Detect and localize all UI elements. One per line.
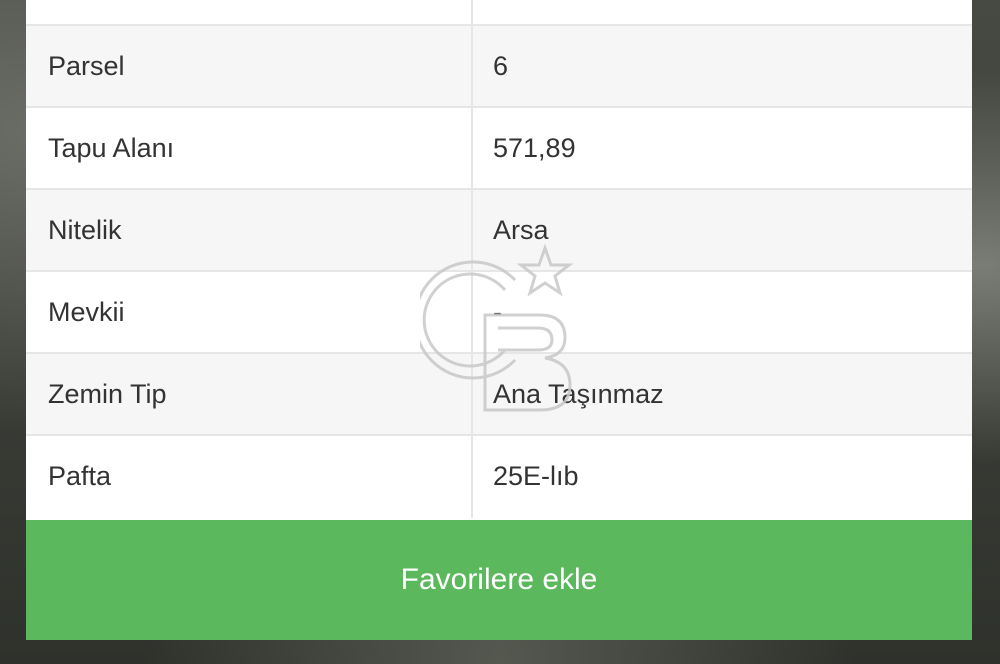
table-row-parsel: Parsel 6: [26, 26, 972, 108]
column-divider: [471, 272, 473, 352]
detail-label: Parsel: [48, 51, 125, 81]
table-row-pafta: Pafta 25E-lıb: [26, 436, 972, 518]
detail-value: 571,89: [493, 133, 576, 163]
column-divider: [471, 190, 473, 270]
detail-value: 25E-lıb: [493, 461, 579, 491]
detail-label: Mevkii: [48, 297, 125, 327]
detail-value: -: [493, 297, 502, 327]
detail-label: Tapu Alanı: [48, 133, 175, 163]
table-row-tapu-alani: Tapu Alanı 571,89: [26, 108, 972, 190]
column-divider: [471, 0, 473, 24]
detail-value: Ana Taşınmaz: [493, 379, 664, 409]
column-divider: [471, 26, 473, 106]
detail-label: Nitelik: [48, 215, 122, 245]
detail-value: Arsa: [493, 215, 549, 245]
detail-label: Pafta: [48, 461, 112, 491]
table-row-mevkii: Mevkii -: [26, 272, 972, 354]
table-row-nitelik: Nitelik Arsa: [26, 190, 972, 272]
add-to-favorites-button[interactable]: Favorilere ekle: [26, 520, 972, 640]
detail-value: 6: [493, 51, 509, 81]
column-divider: [471, 436, 473, 518]
table-row: [26, 0, 972, 26]
detail-label: Zemin Tip: [48, 379, 167, 409]
property-details-panel: Parsel 6 Tapu Alanı 571,89 Nitelik Arsa …: [26, 0, 972, 640]
column-divider: [471, 354, 473, 434]
column-divider: [471, 108, 473, 188]
table-row-zemin-tip: Zemin Tip Ana Taşınmaz: [26, 354, 972, 436]
